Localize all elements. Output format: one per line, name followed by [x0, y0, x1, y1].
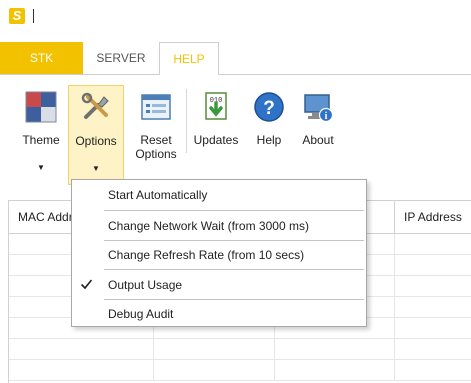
svg-text:i: i — [325, 111, 328, 122]
ribbon-group-separator — [186, 89, 187, 153]
tab-server[interactable]: SERVER — [83, 42, 159, 74]
tab-stk[interactable]: STK — [0, 42, 83, 74]
menu-separator — [104, 269, 364, 270]
tools-icon — [81, 92, 109, 119]
updates-label: Updates — [193, 133, 239, 147]
menu-item-output-usage-row[interactable]: Output Usage — [72, 273, 366, 297]
updates-icon: 010 — [205, 92, 227, 120]
ribbon-tabstrip: STK SERVER HELP — [0, 42, 471, 75]
ribbon-panel: Theme ▼ Options ▼ Reset Options 010 Upda… — [0, 75, 471, 187]
column-header-ip[interactable]: IP Address — [395, 201, 471, 233]
menu-separator — [104, 240, 364, 241]
menu-item-change-network-wait[interactable]: Change Network Wait (from 3000 ms) — [72, 214, 366, 238]
menu-item-debug-audit[interactable]: Debug Audit — [72, 302, 366, 326]
chevron-down-icon[interactable]: ▼ — [69, 164, 123, 173]
menu-item-start-automatically[interactable]: Start Automatically — [72, 183, 366, 207]
reset-options-icon — [141, 94, 171, 120]
svg-text:?: ? — [263, 98, 275, 119]
menu-item-change-refresh-rate[interactable]: Change Refresh Rate (from 10 secs) — [72, 243, 366, 267]
theme-label: Theme — [22, 133, 60, 147]
theme-icon — [25, 91, 57, 123]
help-button[interactable]: ? Help — [250, 85, 288, 185]
table-row[interactable] — [9, 360, 471, 381]
options-label: Options — [75, 134, 117, 148]
reset-options-button[interactable]: Reset Options — [130, 85, 182, 185]
tab-help[interactable]: HELP — [159, 42, 219, 75]
help-icon: ? — [254, 92, 284, 122]
table-row[interactable] — [9, 339, 471, 360]
reset-label-line1: Reset — [140, 133, 172, 147]
menu-separator — [104, 299, 364, 300]
title-bar: S — [0, 0, 471, 40]
reset-options-label: Reset Options — [130, 133, 182, 161]
chevron-down-icon[interactable]: ▼ — [18, 163, 64, 172]
menu-item-output-usage: Output Usage — [108, 278, 183, 292]
reset-label-line2: Options — [135, 147, 177, 161]
menu-separator — [104, 210, 364, 211]
about-label: About — [302, 133, 334, 147]
about-icon: i — [304, 94, 334, 123]
updates-button[interactable]: 010 Updates — [190, 85, 242, 185]
help-label: Help — [256, 133, 282, 147]
about-button[interactable]: i About — [296, 85, 340, 185]
app-logo-icon: S — [9, 8, 25, 24]
options-button[interactable]: Options ▼ — [68, 85, 124, 185]
options-dropdown-menu: Start Automatically Change Network Wait … — [71, 179, 367, 327]
theme-button[interactable]: Theme ▼ — [18, 85, 64, 185]
title-separator — [33, 9, 34, 23]
